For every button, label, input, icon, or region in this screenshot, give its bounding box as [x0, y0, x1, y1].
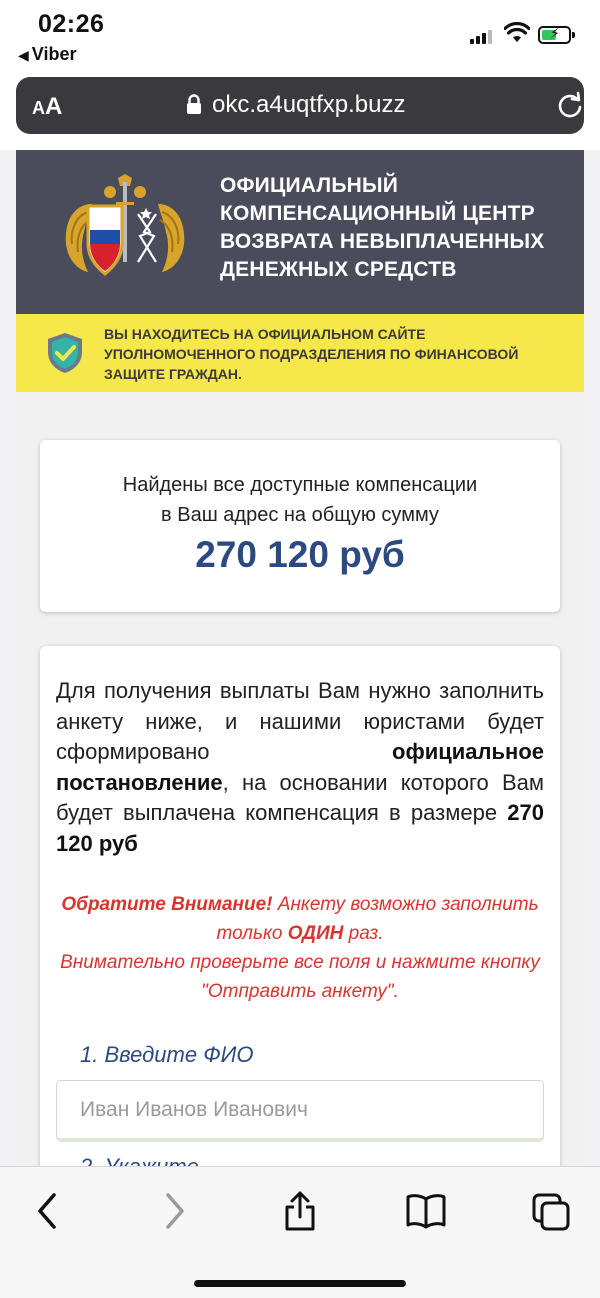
address-bar[interactable]: AA okc.a4uqtfxp.buzz	[16, 77, 584, 134]
warning-part-2: раз.	[343, 923, 384, 944]
site-title: Официальный компенсационный центр возвра…	[220, 174, 545, 281]
application-form-card: Для получения выплаты Вам нужно заполнит…	[40, 646, 560, 1166]
summary-amount: 270 120 руб	[195, 534, 405, 575]
reload-icon[interactable]	[556, 91, 584, 119]
back-triangle-icon: ◀	[18, 47, 29, 63]
compensation-summary-card: Найдены все доступные компенсации в Ваш …	[40, 440, 560, 612]
site-header: Официальный компенсационный центр возвра…	[16, 150, 584, 314]
warning-line-2: Внимательно проверьте все поля и нажмите…	[60, 952, 540, 1002]
signal-icon	[470, 28, 494, 44]
home-indicator	[194, 1280, 406, 1287]
text-size-big-a: A	[45, 93, 63, 120]
full-name-field[interactable]	[56, 1080, 544, 1142]
full-name-input[interactable]	[57, 1081, 543, 1138]
warning-lead: Обратите Внимание!	[61, 894, 273, 915]
warning-text: Обратите Внимание! Анкету возможно запол…	[56, 890, 544, 1006]
content-area: Найдены все доступные компенсации в Ваш …	[16, 392, 584, 1166]
tabs-icon[interactable]	[530, 1189, 572, 1233]
emblem-logo	[65, 174, 185, 276]
wifi-icon	[504, 22, 530, 42]
step-1-label: 1. Введите ФИО	[80, 1042, 254, 1067]
web-page: Официальный компенсационный центр возвра…	[16, 150, 584, 1166]
share-icon[interactable]	[280, 1189, 320, 1233]
battery-icon: ⚡	[538, 25, 575, 44]
notice-text: Вы находитесь на официальном сайте уполн…	[104, 326, 519, 382]
lock-icon	[187, 94, 201, 114]
back-app-label: Viber	[31, 44, 77, 64]
summary-line-2: в Ваш адрес на общую сумму	[161, 504, 439, 526]
text-size-small-a: A	[32, 98, 45, 118]
forward-icon[interactable]	[158, 1189, 192, 1233]
bookmarks-icon[interactable]	[404, 1189, 448, 1233]
back-to-app-link[interactable]: ◀ Viber	[18, 44, 76, 65]
step-2-label: 2. Укажите	[80, 1154, 199, 1166]
status-time: 02:26	[38, 10, 105, 38]
official-site-notice: Вы находитесь на официальном сайте уполн…	[16, 314, 584, 392]
back-icon[interactable]	[30, 1189, 64, 1233]
summary-line-1: Найдены все доступные компенсации	[122, 474, 478, 496]
url-text: okc.a4uqtfxp.buzz	[212, 91, 406, 118]
text-size-button[interactable]: AA	[32, 93, 62, 121]
browser-address-area: AA okc.a4uqtfxp.buzz	[0, 72, 600, 150]
browser-toolbar	[0, 1166, 600, 1298]
status-bar: 02:26 ◀ Viber ⚡	[0, 0, 600, 72]
shield-check-icon	[48, 333, 82, 373]
warning-once: ОДИН	[287, 923, 344, 944]
form-intro: Для получения выплаты Вам нужно заполнит…	[56, 676, 544, 859]
